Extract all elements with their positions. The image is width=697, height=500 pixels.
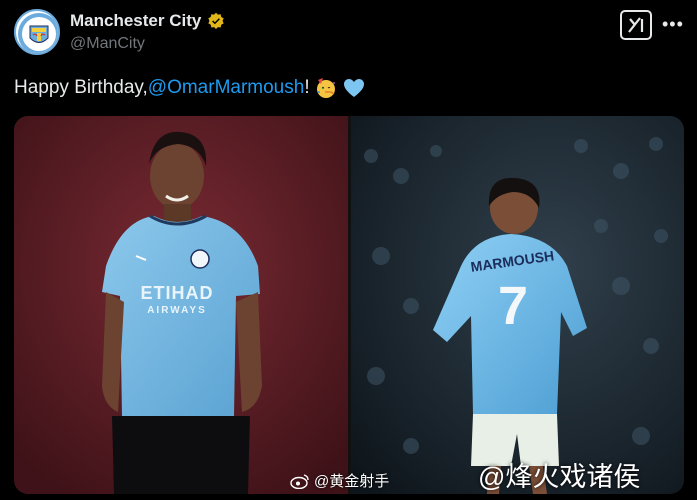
tweet-text-after: ! bbox=[304, 77, 310, 98]
tweet-header: Manchester City @ManCity ••• bbox=[14, 8, 684, 56]
weibo-icon bbox=[290, 473, 309, 489]
svg-text:7: 7 bbox=[498, 276, 528, 336]
party-face-emoji-icon bbox=[316, 78, 335, 98]
mancity-avatar[interactable] bbox=[14, 9, 60, 55]
tweet-text: Happy Birthday, @OmarMarmoush ! bbox=[14, 76, 366, 100]
account-name[interactable]: Manchester City bbox=[70, 11, 201, 31]
svg-text:AIRWAYS: AIRWAYS bbox=[147, 305, 207, 316]
account-name-row: Manchester City bbox=[70, 11, 225, 31]
tweet-text-before: Happy Birthday, bbox=[14, 77, 148, 98]
account-handle[interactable]: @ManCity bbox=[70, 35, 145, 53]
verified-badge-icon bbox=[208, 12, 224, 29]
weibo-watermark: @黄金射手 bbox=[290, 470, 389, 491]
svg-text:ETIHAD: ETIHAD bbox=[141, 283, 214, 303]
weibo-user: @黄金射手 bbox=[314, 473, 390, 490]
more-options-icon[interactable]: ••• bbox=[662, 14, 684, 35]
player-portrait-photo[interactable]: ETIHAD AIRWAYS bbox=[14, 116, 348, 494]
mention-link[interactable]: @OmarMarmoush bbox=[148, 77, 305, 99]
overlay-watermark: @烽火戏诸侯 bbox=[478, 462, 641, 492]
light-blue-heart-emoji-icon bbox=[343, 79, 364, 97]
grok-icon[interactable] bbox=[620, 10, 652, 40]
player-back-photo[interactable]: MARMOUSH 7 bbox=[351, 116, 684, 494]
tweet-media[interactable]: ETIHAD AIRWAYS MARMOUSH 7 bbox=[14, 116, 684, 494]
